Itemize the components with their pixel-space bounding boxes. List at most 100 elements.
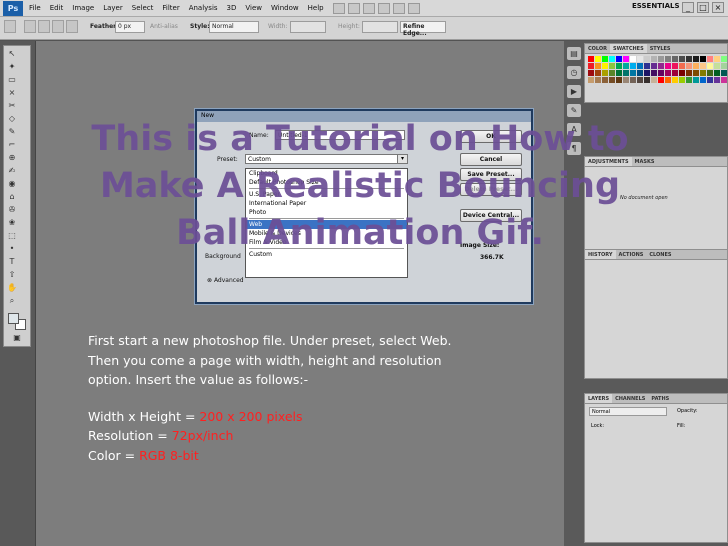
- swatch-color[interactable]: [595, 77, 601, 83]
- actions-icon[interactable]: ▶: [567, 85, 581, 98]
- swatch-color[interactable]: [644, 56, 650, 62]
- foreground-color-swatch[interactable]: [8, 313, 19, 324]
- swatch-color[interactable]: [658, 77, 664, 83]
- menu-file[interactable]: File: [29, 4, 41, 12]
- swatch-color[interactable]: [637, 70, 643, 76]
- type-tool-icon[interactable]: •: [6, 243, 18, 255]
- swatch-color[interactable]: [700, 70, 706, 76]
- swatch-color[interactable]: [623, 77, 629, 83]
- swatch-color[interactable]: [616, 70, 622, 76]
- swatch-color[interactable]: [595, 63, 601, 69]
- swatch-color[interactable]: [616, 77, 622, 83]
- zoom-tool-icon[interactable]: ⌕: [6, 295, 18, 307]
- marquee-tool-icon[interactable]: [4, 20, 16, 33]
- swatch-color[interactable]: [721, 63, 727, 69]
- marquee-tool-icon[interactable]: ✦: [6, 61, 18, 73]
- swatch-color[interactable]: [686, 70, 692, 76]
- swatch-color[interactable]: [658, 63, 664, 69]
- menu-help[interactable]: Help: [308, 4, 324, 12]
- swatch-color[interactable]: [714, 63, 720, 69]
- swatch-color[interactable]: [714, 70, 720, 76]
- swatch-color[interactable]: [630, 77, 636, 83]
- swatch-color[interactable]: [693, 63, 699, 69]
- swatch-color[interactable]: [672, 63, 678, 69]
- tab-paths[interactable]: PATHS: [648, 394, 672, 403]
- hand-tool-icon[interactable]: [377, 2, 390, 14]
- swatch-color[interactable]: [602, 70, 608, 76]
- menu-analysis[interactable]: Analysis: [189, 4, 218, 12]
- zoom-level-icon[interactable]: [362, 2, 375, 14]
- swatch-color[interactable]: [693, 70, 699, 76]
- menu-view[interactable]: View: [245, 4, 262, 12]
- swatch-color[interactable]: [602, 63, 608, 69]
- pen-tool-icon[interactable]: ⬚: [6, 230, 18, 242]
- blend-mode-select[interactable]: Normal: [589, 407, 667, 416]
- mini-bridge-icon[interactable]: ▤: [567, 47, 581, 60]
- swatch-color[interactable]: [588, 70, 594, 76]
- menu-layer[interactable]: Layer: [103, 4, 123, 12]
- swatch-color[interactable]: [672, 70, 678, 76]
- bridge-icon[interactable]: [332, 2, 345, 14]
- swatch-color[interactable]: [651, 63, 657, 69]
- gradient-tool-icon[interactable]: ⌂: [6, 191, 18, 203]
- swatch-color[interactable]: [707, 70, 713, 76]
- swatch-color[interactable]: [658, 56, 664, 62]
- eyedropper-tool-icon[interactable]: ◇: [6, 113, 18, 125]
- swatch-color[interactable]: [693, 56, 699, 62]
- add-selection-icon[interactable]: [38, 20, 50, 33]
- quick-mask-icon[interactable]: ▣: [6, 332, 28, 344]
- swatch-color[interactable]: [700, 56, 706, 62]
- swatch-color[interactable]: [679, 70, 685, 76]
- swatch-color[interactable]: [707, 63, 713, 69]
- swatch-color[interactable]: [665, 77, 671, 83]
- antialias-checkbox[interactable]: Anti-alias: [150, 23, 178, 30]
- intersect-selection-icon[interactable]: [66, 20, 78, 33]
- swatch-color[interactable]: [658, 70, 664, 76]
- move-tool-icon[interactable]: ↖: [6, 48, 18, 60]
- menu-select[interactable]: Select: [132, 4, 154, 12]
- tab-swatches[interactable]: SWATCHES: [610, 44, 647, 53]
- width-input[interactable]: [290, 21, 326, 33]
- swatch-color[interactable]: [665, 70, 671, 76]
- swatch-color[interactable]: [651, 77, 657, 83]
- swatch-color[interactable]: [623, 70, 629, 76]
- maximize-button[interactable]: □: [697, 2, 709, 13]
- swatch-color[interactable]: [686, 77, 692, 83]
- swatch-color[interactable]: [595, 56, 601, 62]
- swatch-color[interactable]: [630, 56, 636, 62]
- swatch-color[interactable]: [686, 63, 692, 69]
- hand-tool-icon[interactable]: ✋: [6, 282, 18, 294]
- swatch-color[interactable]: [609, 63, 615, 69]
- swatch-color[interactable]: [651, 70, 657, 76]
- color-swatches[interactable]: [6, 311, 28, 331]
- tab-styles[interactable]: STYLES: [647, 44, 674, 53]
- swatch-color[interactable]: [707, 56, 713, 62]
- subtract-selection-icon[interactable]: [52, 20, 64, 33]
- swatch-color[interactable]: [637, 77, 643, 83]
- swatch-color[interactable]: [707, 77, 713, 83]
- swatch-color[interactable]: [721, 56, 727, 62]
- style-select[interactable]: Normal: [209, 21, 259, 33]
- swatch-color[interactable]: [686, 56, 692, 62]
- swatch-color[interactable]: [623, 63, 629, 69]
- refine-edge-button[interactable]: Refine Edge...: [400, 21, 446, 37]
- swatch-color[interactable]: [609, 77, 615, 83]
- swatch-color[interactable]: [700, 77, 706, 83]
- lasso-tool-icon[interactable]: ▭: [6, 74, 18, 86]
- swatch-color[interactable]: [595, 70, 601, 76]
- swatch-color[interactable]: [616, 56, 622, 62]
- shape-tool-icon[interactable]: ⇧: [6, 269, 18, 281]
- feather-input[interactable]: 0 px: [115, 21, 145, 33]
- history-brush-tool-icon[interactable]: ✍: [6, 165, 18, 177]
- path-selection-tool-icon[interactable]: T: [6, 256, 18, 268]
- swatch-color[interactable]: [602, 56, 608, 62]
- tab-channels[interactable]: CHANNELS: [612, 394, 648, 403]
- advanced-toggle[interactable]: ⊗ Advanced: [207, 277, 244, 284]
- swatch-color[interactable]: [588, 56, 594, 62]
- history-icon[interactable]: ◷: [567, 66, 581, 79]
- swatch-color[interactable]: [637, 63, 643, 69]
- swatch-color[interactable]: [644, 63, 650, 69]
- swatch-color[interactable]: [693, 77, 699, 83]
- tab-color[interactable]: COLOR: [585, 44, 610, 53]
- close-button[interactable]: ×: [712, 2, 724, 13]
